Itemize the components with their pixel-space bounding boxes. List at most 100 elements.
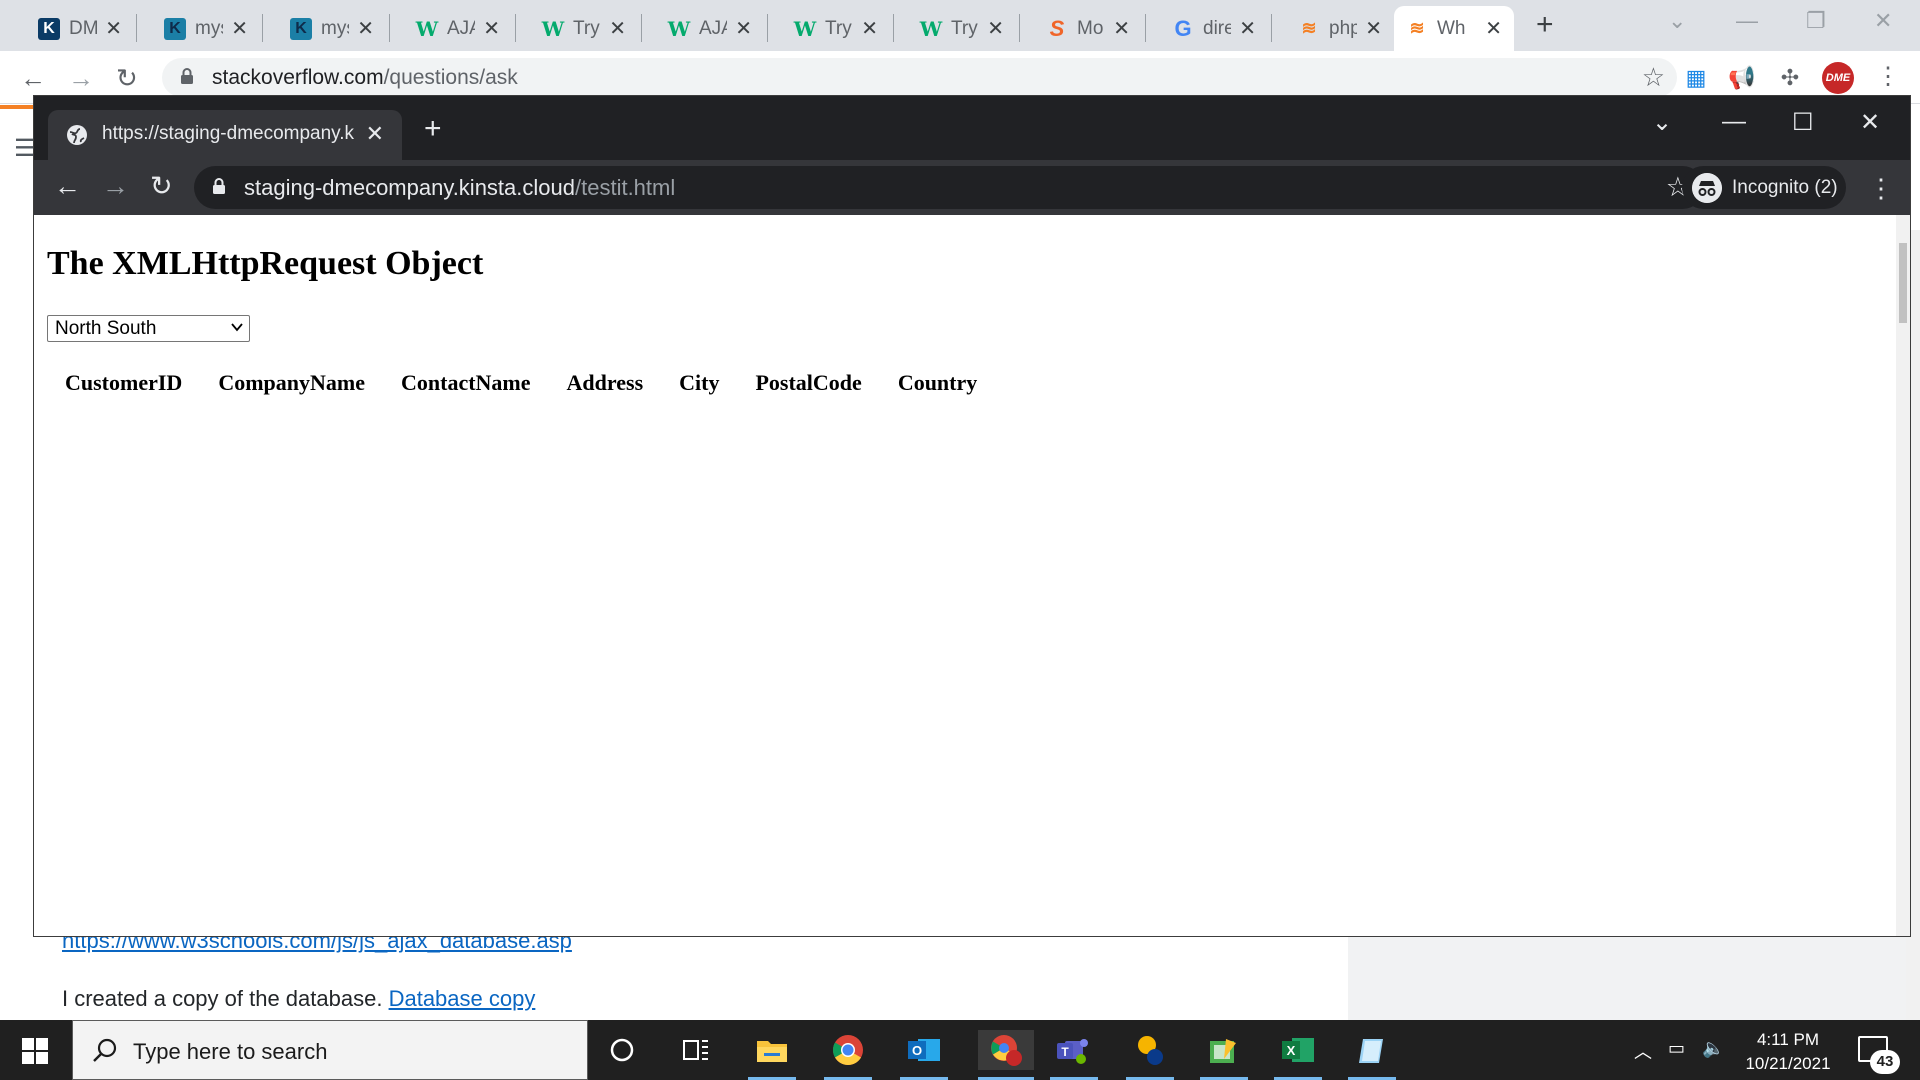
close-window-icon[interactable]: ✕	[1860, 108, 1880, 137]
show-hidden-icons-chevron-icon[interactable]: ︿	[1634, 1038, 1652, 1064]
bg-tab-title: Mo	[1077, 17, 1104, 39]
k-favicon-icon: K	[38, 17, 60, 40]
column-header-city: City	[679, 370, 720, 395]
incognito-scrollbar[interactable]	[1896, 215, 1910, 936]
tab-search-chevron-icon[interactable]: ⌄	[1652, 108, 1672, 137]
url-text: stackoverflow.com/questions/ask	[212, 66, 518, 89]
close-tab-icon[interactable]: ✕	[1239, 16, 1256, 41]
reload-icon[interactable]: ↻	[116, 63, 138, 94]
browser-menu-icon[interactable]: ⋮	[1876, 62, 1900, 91]
profile-avatar[interactable]: DME	[1822, 62, 1854, 94]
close-tab-icon[interactable]: ✕	[987, 16, 1004, 41]
w3-favicon-icon: W	[541, 16, 565, 41]
megaphone-extension-icon[interactable]: 📢	[1726, 62, 1758, 94]
maximize-icon[interactable]: ☐	[1792, 108, 1814, 137]
address-bar[interactable]: stackoverflow.com/questions/ask ☆	[162, 58, 1677, 97]
column-header-companyname: CompanyName	[218, 370, 365, 395]
close-tab-icon[interactable]: ✕	[105, 16, 122, 41]
bg-tab-title: DM	[69, 17, 97, 39]
incognito-window: https://staging-dmecompany.kinsta.cloud/…	[34, 96, 1910, 936]
background-tab-strip: K DM ✕ K mys ✕ K mys ✕ W AJA ✕ W Tryi ✕ …	[0, 0, 1920, 51]
close-tab-icon[interactable]: ✕	[735, 16, 752, 41]
bg-tab-12-active[interactable]: ≋ Wh ✕	[1394, 6, 1514, 51]
forward-arrow-icon[interactable]: →	[68, 63, 94, 94]
s-favicon-icon: S	[1049, 15, 1065, 41]
bg-tab-5[interactable]: W Tryi ✕	[530, 6, 638, 51]
close-tab-icon[interactable]: ✕	[1485, 16, 1502, 41]
question-body-text: I created a copy of the database. Databa…	[62, 986, 536, 1011]
taskbar-search-box[interactable]: Type here to search	[72, 1020, 588, 1080]
hamburger-menu-icon[interactable]: ☰	[14, 134, 36, 163]
bg-tab-7[interactable]: W Tryi ✕	[782, 6, 890, 51]
database-copy-link[interactable]: Database copy	[389, 986, 536, 1011]
minimize-icon[interactable]: —	[1736, 8, 1758, 34]
excel-icon[interactable]: X	[1278, 1030, 1318, 1070]
close-tab-icon[interactable]: ✕	[1365, 16, 1382, 41]
stackoverflow-sidebar	[1348, 930, 1920, 1020]
teams-icon[interactable]: T	[1054, 1030, 1094, 1070]
address-bar[interactable]: staging-dmecompany.kinsta.cloud/testit.h…	[194, 166, 1704, 209]
incognito-tab-title: https://staging-dmecompany.kinsta.cloud/…	[102, 123, 354, 144]
system-clock[interactable]: 4:11 PM 10/21/2021	[1740, 1028, 1836, 1076]
bg-tab-title: Tryi	[825, 17, 853, 39]
bg-tab-4[interactable]: W AJA ✕	[404, 6, 512, 51]
back-arrow-icon[interactable]: ←	[54, 171, 81, 202]
bg-tab-8[interactable]: W Tryi ✕	[908, 6, 1016, 51]
editor-app-icon[interactable]	[1204, 1030, 1244, 1070]
stackoverflow-top-bar	[0, 105, 36, 109]
battery-icon[interactable]: ▭	[1668, 1038, 1685, 1059]
close-window-icon[interactable]: ✕	[1874, 8, 1892, 34]
scrollbar-thumb[interactable]	[1899, 243, 1907, 323]
stackoverflow-favicon-icon: ≋	[1301, 18, 1317, 38]
bg-tab-3[interactable]: K mys ✕	[278, 6, 386, 51]
bg-tab-11[interactable]: ≋ php ✕	[1286, 6, 1394, 51]
windows-start-icon[interactable]	[22, 1038, 48, 1064]
bg-tab-10[interactable]: G dire ✕	[1160, 6, 1268, 51]
reload-icon[interactable]: ↻	[150, 171, 173, 202]
windows-taskbar: Type here to search O T X ︿ ▭ 🔈 4:11 PM …	[0, 1020, 1920, 1080]
new-tab-plus-icon[interactable]: +	[1536, 8, 1554, 42]
new-tab-plus-icon[interactable]: +	[424, 112, 442, 146]
back-arrow-icon[interactable]: ←	[20, 63, 46, 94]
svg-text:T: T	[1061, 1045, 1069, 1059]
close-tab-icon[interactable]: ✕	[357, 16, 374, 41]
volume-icon[interactable]: 🔈	[1702, 1038, 1724, 1059]
close-tab-icon[interactable]: ✕	[609, 16, 626, 41]
browser-menu-icon[interactable]: ⋮	[1868, 173, 1894, 204]
tab-search-chevron-icon[interactable]: ⌄	[1668, 8, 1686, 34]
file-explorer-icon[interactable]	[752, 1030, 792, 1070]
bg-tab-9[interactable]: S Mo ✕	[1034, 6, 1142, 51]
close-tab-icon[interactable]: ✕	[861, 16, 878, 41]
incognito-tab-active[interactable]: https://staging-dmecompany.kinsta.cloud/…	[48, 110, 402, 160]
customer-table: CustomerID CompanyName ContactName Addre…	[47, 361, 995, 405]
bookmark-star-icon[interactable]: ☆	[1642, 62, 1665, 93]
minimize-icon[interactable]: —	[1722, 108, 1746, 136]
svg-text:O: O	[912, 1043, 922, 1058]
cortana-icon[interactable]	[602, 1030, 642, 1070]
puzzle-extensions-icon[interactable]: ✣	[1774, 62, 1806, 94]
app-badge-icon[interactable]	[1130, 1030, 1170, 1070]
close-tab-icon[interactable]: ✕	[231, 16, 248, 41]
incognito-profile-button[interactable]: Incognito (2)	[1682, 166, 1846, 209]
bg-tab-title: php	[1329, 17, 1357, 39]
table-header-row: CustomerID CompanyName ContactName Addre…	[47, 361, 995, 405]
w3-favicon-icon: W	[919, 16, 943, 41]
forward-arrow-icon[interactable]: →	[102, 171, 129, 202]
chrome-icon[interactable]	[828, 1030, 868, 1070]
select-value: North South	[55, 318, 157, 339]
task-view-icon[interactable]	[676, 1030, 716, 1070]
windows-extension-icon[interactable]: ▦	[1680, 62, 1712, 94]
close-tab-icon[interactable]: ✕	[483, 16, 500, 41]
close-tab-icon[interactable]: ✕	[366, 121, 384, 147]
outlook-icon[interactable]: O	[904, 1030, 944, 1070]
bg-tab-title: AJA	[447, 17, 475, 39]
bg-tab-6[interactable]: W AJA ✕	[656, 6, 764, 51]
column-header-customerid: CustomerID	[65, 370, 183, 395]
notepad-app-icon[interactable]	[1352, 1030, 1392, 1070]
bg-tab-1[interactable]: K DM ✕	[26, 6, 134, 51]
restore-icon[interactable]: ❐	[1806, 8, 1826, 34]
customer-select[interactable]: North South	[47, 315, 250, 342]
bg-tab-2[interactable]: K mys ✕	[152, 6, 260, 51]
close-tab-icon[interactable]: ✕	[1113, 16, 1130, 41]
chrome-dme-profile-icon[interactable]	[978, 1030, 1034, 1070]
